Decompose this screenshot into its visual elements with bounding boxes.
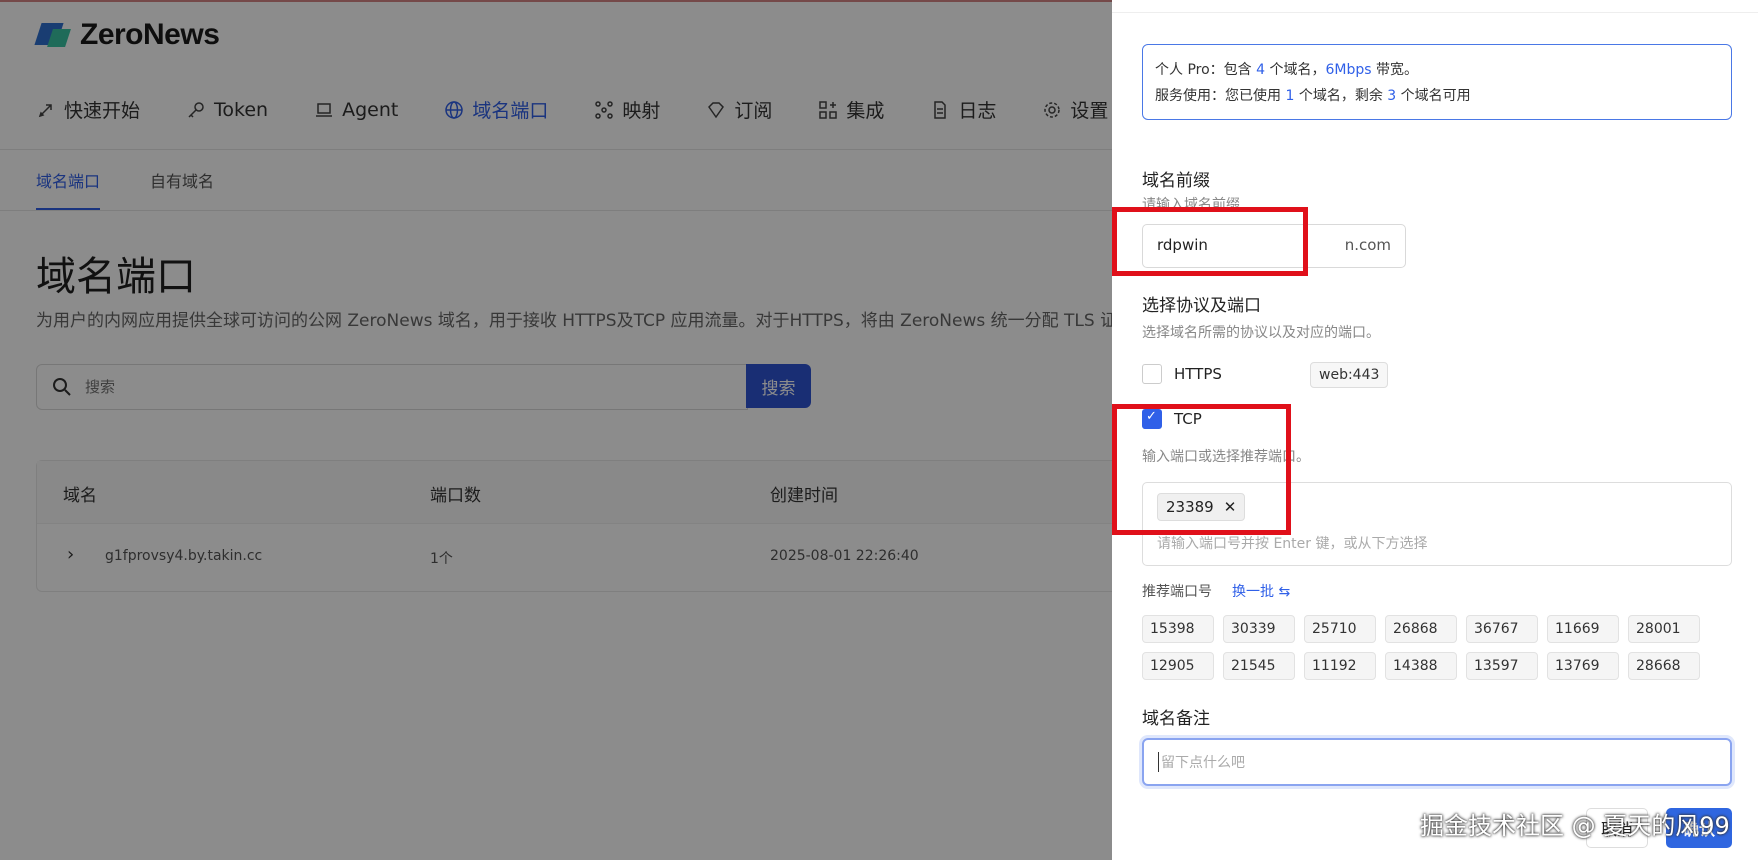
recommended-port[interactable]: 13597 xyxy=(1466,652,1538,680)
recommended-port[interactable]: 13769 xyxy=(1547,652,1619,680)
note-label: 域名备注 xyxy=(1142,709,1210,729)
quota-text: 带宽。 xyxy=(1371,62,1419,78)
https-label: HTTPS xyxy=(1174,365,1222,383)
domain-suffix: n.com xyxy=(1344,236,1391,254)
recommended-port[interactable]: 12905 xyxy=(1142,652,1214,680)
quota-text: 个域名， xyxy=(1265,62,1326,78)
protocol-hint: 选择域名所需的协议以及对应的端口。 xyxy=(1142,325,1380,341)
drawer-header-divider xyxy=(1112,12,1758,13)
recommended-ports: 15398 30339 25710 26868 36767 11669 2800… xyxy=(1142,615,1722,680)
recommended-port[interactable]: 28001 xyxy=(1628,615,1700,643)
recommended-port[interactable]: 15398 xyxy=(1142,615,1214,643)
watermark: 掘金技术社区 @ 夏天的风99 xyxy=(1420,812,1730,840)
recommended-port[interactable]: 36767 xyxy=(1466,615,1538,643)
recommend-label: 推荐端口号 xyxy=(1142,584,1212,600)
quota-domain-count: 4 xyxy=(1256,62,1266,78)
note-placeholder: 留下点什么吧 xyxy=(1158,752,1245,772)
quota-line-plan: 个人 Pro：包含 4 个域名，6Mbps 带宽。 xyxy=(1155,59,1418,79)
quota-text: 个域名，剩余 xyxy=(1294,88,1388,104)
quota-left-count: 3 xyxy=(1387,88,1397,104)
port-placeholder: 请输入端口号并按 Enter 键，或从下方选择 xyxy=(1157,536,1428,552)
quota-bandwidth: 6Mbps xyxy=(1325,62,1372,78)
quota-text: 服务使用：您已使用 xyxy=(1155,88,1286,104)
recommended-port[interactable]: 25710 xyxy=(1304,615,1376,643)
recommended-port[interactable]: 28668 xyxy=(1628,652,1700,680)
recommended-port[interactable]: 26868 xyxy=(1385,615,1457,643)
quota-info-box: 个人 Pro：包含 4 个域名，6Mbps 带宽。 服务使用：您已使用 1 个域… xyxy=(1142,44,1732,120)
https-checkbox[interactable] xyxy=(1142,364,1162,384)
quota-text: 个人 Pro：包含 xyxy=(1155,62,1257,78)
prefix-label: 域名前缀 xyxy=(1142,171,1210,191)
highlight-box-prefix xyxy=(1112,207,1308,276)
modal-overlay[interactable] xyxy=(0,0,1112,860)
quota-line-usage: 服务使用：您已使用 1 个域名，剩余 3 个域名可用 xyxy=(1155,85,1471,105)
recommended-port[interactable]: 11192 xyxy=(1304,652,1376,680)
refresh-ports-button[interactable]: 换一批 ⇆ xyxy=(1232,581,1290,601)
note-input[interactable]: 留下点什么吧 xyxy=(1142,738,1732,786)
quota-text: 个域名可用 xyxy=(1396,88,1471,104)
recommended-port[interactable]: 30339 xyxy=(1223,615,1295,643)
highlight-box-tcp xyxy=(1112,404,1291,535)
protocol-label: 选择协议及端口 xyxy=(1142,296,1261,316)
recommended-port[interactable]: 21545 xyxy=(1223,652,1295,680)
recommended-port[interactable]: 11669 xyxy=(1547,615,1619,643)
recommended-port[interactable]: 14388 xyxy=(1385,652,1457,680)
https-port-tag: web:443 xyxy=(1310,362,1389,388)
